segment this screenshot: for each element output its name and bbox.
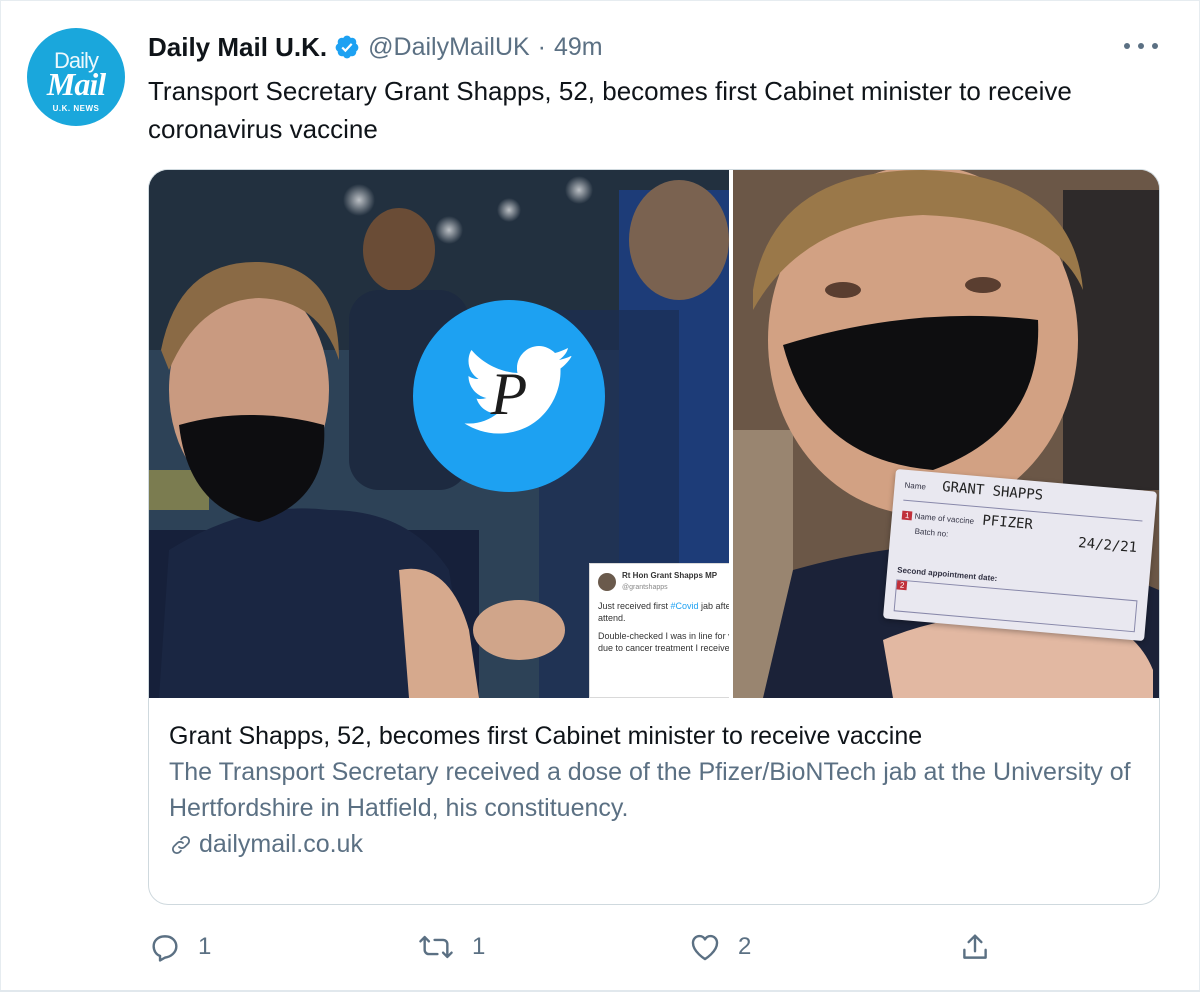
tweet-action-bar: 1 1 2 bbox=[148, 924, 1158, 970]
avatar-text-uknews: U.K. NEWS bbox=[52, 104, 100, 113]
embedded-author-block: Rt Hon Grant Shapps MP @grantshapps bbox=[622, 570, 717, 594]
link-icon bbox=[171, 835, 191, 854]
verified-badge-icon bbox=[334, 34, 360, 60]
embedded-tweet-line2: Double-checked I was in line for vaccine… bbox=[598, 631, 729, 653]
embedded-tweet-line1: Just received first #Covid jab after get… bbox=[598, 600, 729, 624]
svg-text:P: P bbox=[490, 361, 528, 427]
like-button[interactable]: 2 bbox=[688, 924, 751, 970]
reply-button[interactable]: 1 bbox=[148, 924, 211, 970]
vcard-vaccine-label: Name of vaccine bbox=[914, 511, 975, 526]
reply-count: 1 bbox=[198, 933, 212, 960]
link-card[interactable]: P Rt Hon Grant Shapps MP @grantshapps Ju… bbox=[148, 169, 1160, 905]
share-icon bbox=[963, 934, 987, 959]
card-text-block[interactable]: Grant Shapps, 52, becomes first Cabinet … bbox=[169, 718, 1144, 859]
embedded-tweet-screenshot: Rt Hon Grant Shapps MP @grantshapps Just… bbox=[589, 563, 729, 698]
card-link-domain[interactable]: dailymail.co.uk bbox=[199, 830, 363, 859]
embedded-avatar bbox=[598, 573, 616, 591]
vcard-vaccine-value: PFIZER bbox=[981, 512, 1034, 533]
tweet-header: Daily Mail U.K. @DailyMailUK · 49m bbox=[148, 30, 603, 64]
card-photo-left: P Rt Hon Grant Shapps MP @grantshapps Ju… bbox=[149, 170, 729, 698]
embedded-line1-pre: Just received first bbox=[598, 601, 671, 611]
more-dot bbox=[1124, 43, 1130, 49]
vcard-name-row: Name GRANT SHAPPS bbox=[904, 476, 1044, 504]
vcard-name-label: Name bbox=[904, 480, 927, 492]
vcard-date-value: 24/2/21 bbox=[1077, 535, 1138, 557]
card-title: Grant Shapps, 52, becomes first Cabinet … bbox=[169, 722, 923, 750]
header-separator: · bbox=[537, 32, 546, 61]
author-handle[interactable]: @DailyMailUK bbox=[368, 33, 530, 62]
vcard-batch-label: Batch no: bbox=[914, 526, 949, 539]
embedded-hashtag: #Covid bbox=[670, 601, 699, 611]
vaccine-record-card: Name GRANT SHAPPS 1 Name of vaccine PFIZ… bbox=[882, 468, 1158, 642]
card-description: The Transport Secretary received a dose … bbox=[169, 758, 1131, 822]
retweet-icon bbox=[419, 935, 453, 959]
vcard-dose-1: 1 bbox=[901, 510, 913, 521]
tweet-text: Transport Secretary Grant Shapps, 52, be… bbox=[148, 76, 1072, 144]
vcard-name-value: GRANT SHAPPS bbox=[941, 478, 1044, 504]
avatar[interactable]: Daily Mail U.K. NEWS bbox=[27, 28, 125, 126]
share-button[interactable] bbox=[958, 924, 1008, 970]
vcard-dose-2: 2 bbox=[896, 580, 908, 591]
embedded-author-handle: @grantshapps bbox=[622, 584, 668, 591]
more-dot bbox=[1152, 43, 1158, 49]
heart-icon bbox=[691, 934, 719, 961]
like-count: 2 bbox=[738, 933, 752, 960]
twitter-watermark-icon: P bbox=[413, 300, 605, 492]
retweet-button[interactable]: 1 bbox=[416, 924, 485, 970]
embedded-tweet-header: Rt Hon Grant Shapps MP @grantshapps bbox=[598, 570, 729, 594]
reply-icon bbox=[152, 935, 178, 962]
retweet-count: 1 bbox=[472, 933, 486, 960]
tweet-timestamp[interactable]: 49m bbox=[554, 33, 603, 62]
avatar-text-mail: Mail bbox=[46, 66, 106, 102]
more-options-icon[interactable] bbox=[1124, 36, 1158, 56]
author-name[interactable]: Daily Mail U.K. bbox=[148, 32, 327, 63]
embedded-author-name: Rt Hon Grant Shapps MP bbox=[622, 571, 718, 580]
card-link-row[interactable]: dailymail.co.uk bbox=[169, 830, 1144, 859]
more-dot bbox=[1138, 43, 1144, 49]
